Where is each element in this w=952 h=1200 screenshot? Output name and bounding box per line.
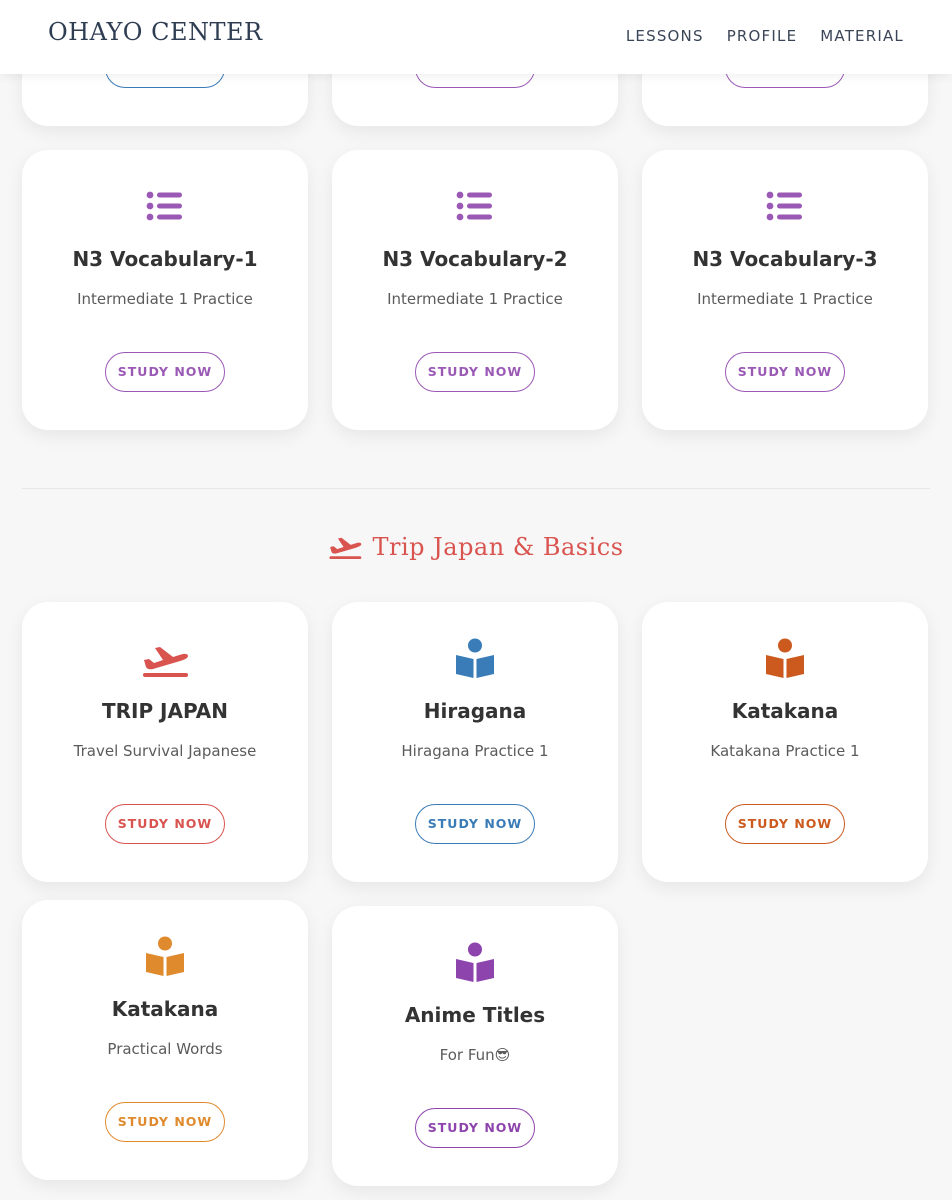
card-subtitle: Intermediate 1 Practice [387, 290, 563, 308]
book-reader-icon [456, 942, 494, 982]
card-title: Katakana [111, 997, 219, 1021]
nav-profile[interactable]: PROFILE [727, 27, 798, 45]
section-divider [22, 488, 930, 489]
lesson-card-katakana: Katakana Katakana Practice 1 STUDY NOW [642, 602, 928, 882]
card-title: Anime Titles [404, 1003, 546, 1027]
lesson-card-n3-vocabulary-2: N3 Vocabulary-2 Intermediate 1 Practice … [332, 150, 618, 430]
list-icon [456, 191, 492, 221]
card-title: N3 Vocabulary-2 [382, 247, 568, 271]
plane-departure-icon [329, 537, 362, 560]
study-now-button[interactable]: STUDY NOW [725, 804, 845, 844]
card-subtitle: Intermediate 1 Practice [697, 290, 873, 308]
card-subtitle: Practical Words [107, 1040, 223, 1058]
study-now-button[interactable]: STUDY NOW [105, 804, 225, 844]
nav-material[interactable]: MATERIAL [820, 27, 904, 45]
section-title: Trip Japan & Basics [372, 533, 624, 561]
lesson-card-katakana-practical: Katakana Practical Words STUDY NOW [22, 900, 308, 1180]
plane-departure-icon [143, 647, 188, 677]
lesson-card-anime-titles: Anime Titles For Fun😎 STUDY NOW [332, 906, 618, 1186]
study-now-button[interactable]: STUDY NOW [105, 1102, 225, 1142]
card-title: N3 Vocabulary-3 [692, 247, 878, 271]
book-reader-icon [146, 936, 184, 976]
card-title: Katakana [731, 699, 839, 723]
list-icon [766, 191, 802, 221]
lesson-card-hiragana: Hiragana Hiragana Practice 1 STUDY NOW [332, 602, 618, 882]
study-now-button[interactable]: STUDY NOW [415, 804, 535, 844]
study-now-button[interactable]: STUDY NOW [415, 352, 535, 392]
study-now-button[interactable]: STUDY NOW [105, 352, 225, 392]
card-subtitle: Katakana Practice 1 [710, 742, 860, 760]
study-now-button[interactable]: STUDY NOW [415, 1108, 535, 1148]
card-subtitle: Hiragana Practice 1 [401, 742, 549, 760]
card-title: TRIP JAPAN [101, 699, 229, 723]
lesson-card-n3-vocabulary-1: N3 Vocabulary-1 Intermediate 1 Practice … [22, 150, 308, 430]
section-heading: Trip Japan & Basics [0, 532, 952, 562]
lesson-card-trip-japan: TRIP JAPAN Travel Survival Japanese STUD… [22, 602, 308, 882]
main-nav: LESSONS PROFILE MATERIAL [626, 27, 904, 45]
brand-logo[interactable]: OHAYO CENTER [48, 18, 263, 46]
list-icon [146, 191, 182, 221]
card-subtitle: Travel Survival Japanese [73, 742, 257, 760]
nav-lessons[interactable]: LESSONS [626, 27, 704, 45]
card-title: Hiragana [423, 699, 527, 723]
book-reader-icon [456, 638, 494, 678]
study-now-button[interactable]: STUDY NOW [725, 352, 845, 392]
card-title: N3 Vocabulary-1 [72, 247, 258, 271]
site-header: OHAYO CENTER LESSONS PROFILE MATERIAL [0, 0, 952, 74]
card-subtitle: Intermediate 1 Practice [77, 290, 253, 308]
lesson-card-n3-vocabulary-3: N3 Vocabulary-3 Intermediate 1 Practice … [642, 150, 928, 430]
card-subtitle: For Fun😎 [439, 1046, 511, 1064]
book-reader-icon [766, 638, 804, 678]
